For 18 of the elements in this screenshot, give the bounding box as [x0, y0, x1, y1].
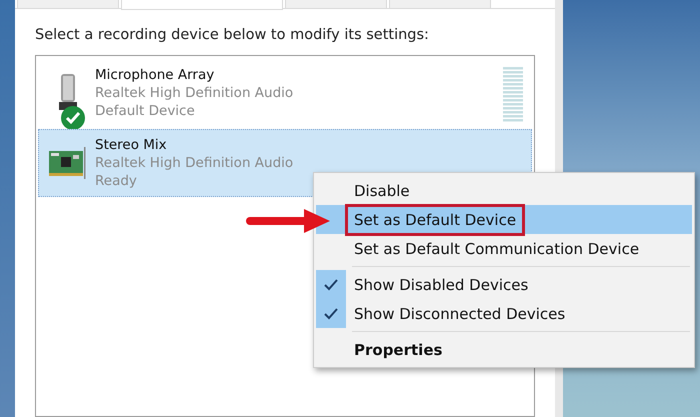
menu-item[interactable]: Show Disconnected Devices [316, 299, 692, 328]
device-name: Stereo Mix [95, 137, 168, 153]
instruction-text: Select a recording device below to modify its settings: [35, 27, 430, 43]
device-name: Microphone Array [95, 67, 216, 83]
tab[interactable] [17, 0, 119, 9]
menu-item[interactable]: Properties [316, 335, 692, 364]
level-meter-icon [503, 66, 523, 124]
tab[interactable] [389, 0, 491, 9]
menu-item[interactable]: Set as Default Device [316, 205, 692, 234]
tab[interactable] [285, 0, 387, 9]
menu-item[interactable]: Set as Default Communication Device [316, 234, 692, 263]
device-driver: Realtek High Definition Audio [95, 85, 294, 101]
device-status: Default Device [95, 103, 196, 119]
menu-item[interactable]: Show Disabled Devices [316, 270, 692, 299]
device-driver: Realtek High Definition Audio [95, 155, 294, 171]
check-badge-icon [61, 106, 85, 130]
tab[interactable] [121, 0, 283, 10]
device-status: Ready [95, 173, 138, 189]
